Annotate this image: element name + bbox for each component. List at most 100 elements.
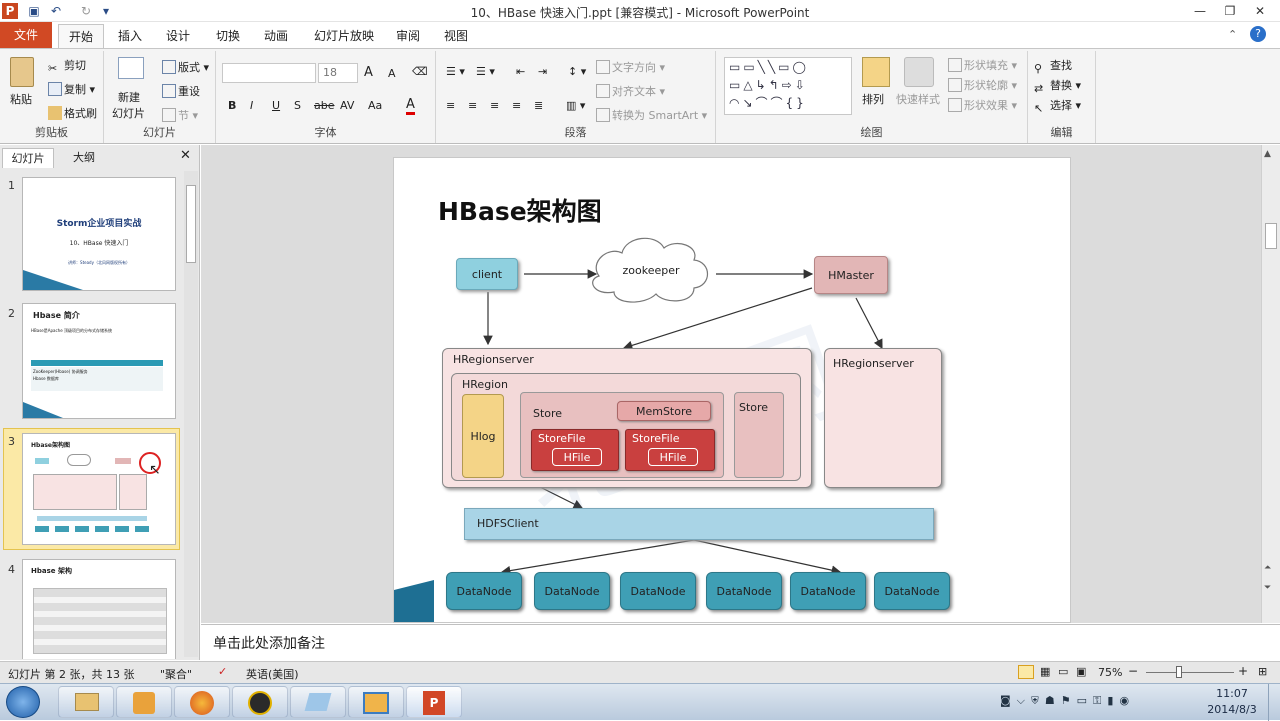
italic-button[interactable]: I [250,99,253,112]
clock-time[interactable]: 11:07 [1208,687,1256,700]
scroll-up-icon[interactable]: ▲ [1264,149,1271,159]
shape-effects-button[interactable]: 形状效果 ▾ [948,97,1017,113]
minimize-ribbon-icon[interactable]: ⌃ [1228,28,1237,41]
node-datanode-4[interactable]: DataNode [706,572,782,610]
node-datanode-3[interactable]: DataNode [620,572,696,610]
storefile-2[interactable]: StoreFile HFile [625,429,715,471]
quick-styles-icon[interactable] [904,57,934,87]
format-painter-button[interactable]: 格式刷 [48,105,97,121]
hregionserver-2[interactable]: HRegionserver [824,348,942,488]
decrease-indent-button[interactable]: ⇤ [516,65,525,78]
tab-view[interactable]: 视图 [434,24,478,48]
justify-button[interactable]: ≡ [512,99,521,112]
node-datanode-6[interactable]: DataNode [874,572,950,610]
editor-scroll-thumb[interactable] [1265,223,1277,249]
taskbar-firefox-icon[interactable] [174,686,230,718]
notes-pane[interactable]: 单击此处添加备注 [201,624,1280,660]
new-slide-dropdown[interactable]: 幻灯片 [112,105,145,121]
clock-date[interactable]: 2014/8/3 [1200,703,1264,716]
line-spacing-button[interactable]: ↕ ▾ [568,65,586,78]
node-client[interactable]: client [456,258,518,290]
tab-outline-pane[interactable]: 大纲 [58,148,110,168]
help-icon[interactable]: ? [1250,26,1266,42]
text-direction-button[interactable]: 文字方向 ▾ [596,59,665,75]
taskbar-ultraedit-icon[interactable] [232,686,288,718]
tab-slideshow[interactable]: 幻灯片放映 [304,24,384,48]
cut-button[interactable]: ✂ 剪切 [48,57,86,76]
shrink-font-button[interactable]: A [388,67,396,80]
slide-canvas[interactable]: 北风网 HBase架构图 client zookeeper HMaster HR… [393,157,1071,623]
slideshow-view-icon[interactable]: ▣ [1076,665,1086,678]
paste-button[interactable]: 粘贴 [10,91,32,107]
node-datanode-5[interactable]: DataNode [790,572,866,610]
taskbar-outlook-icon[interactable] [116,686,172,718]
start-button[interactable] [6,686,40,718]
align-left-button[interactable]: ≡ [446,99,455,112]
paste-icon[interactable] [10,57,34,87]
change-case-button[interactable]: Aa [368,99,382,112]
node-hlog[interactable]: Hlog [462,394,504,478]
tab-slides-pane[interactable]: 幻灯片 [2,148,54,168]
zoom-slider[interactable] [1146,672,1234,673]
reading-view-icon[interactable]: ▭ [1058,665,1068,678]
slide-title[interactable]: HBase架构图 [438,192,602,228]
normal-view-icon[interactable] [1018,665,1034,679]
taskbar-explorer-icon[interactable] [58,686,114,718]
editor-scrollbar[interactable]: ▲ ⏶ ⏷ [1261,145,1280,623]
slide-sorter-icon[interactable]: ▦ [1040,665,1050,678]
new-slide-icon[interactable] [118,57,144,79]
minimize-button[interactable]: — [1188,2,1212,20]
char-spacing-button[interactable]: AV [340,99,354,112]
clear-format-icon[interactable]: ⌫ [412,65,428,78]
grow-font-button[interactable]: A [364,65,373,80]
bold-button[interactable]: B [228,99,236,112]
slide-thumbnail-2[interactable]: Hbase 简介 HBase是Apache 顶级项目的分布式存储系统 ZooKe… [22,303,176,419]
taskbar-powerpoint-icon[interactable]: P [406,686,462,718]
underline-button[interactable]: U [272,99,280,112]
find-button[interactable]: ⚲ 查找 [1034,57,1072,76]
tab-transitions[interactable]: 切换 [206,24,250,48]
arrange-button[interactable]: 排列 [862,91,884,107]
distributed-button[interactable]: ≣ [534,99,543,112]
store-2[interactable]: Store [734,392,784,478]
strikethrough-button[interactable]: abe [314,99,335,112]
node-hdfsclient[interactable]: HDFSClient [464,508,934,540]
shape-fill-button[interactable]: 形状填充 ▾ [948,57,1017,73]
storefile-1[interactable]: StoreFile HFile [531,429,619,471]
columns-button[interactable]: ▥ ▾ [566,99,585,112]
pane-scroll-thumb[interactable] [186,185,196,263]
new-slide-button[interactable]: 新建 [118,89,140,105]
node-zookeeper[interactable]: zookeeper [622,262,680,278]
bullets-button[interactable]: ☰ ▾ [446,65,465,78]
layout-button[interactable]: 版式 ▾ [162,59,209,75]
pane-scrollbar[interactable] [184,171,198,657]
copy-button[interactable]: 复制 ▾ [48,81,95,97]
zoom-slider-thumb[interactable] [1176,666,1182,678]
spellcheck-icon[interactable]: ✓ [218,665,227,678]
tab-insert[interactable]: 插入 [108,24,152,48]
tab-design[interactable]: 设计 [156,24,200,48]
section-button[interactable]: 节 ▾ [162,107,198,123]
node-hmaster[interactable]: HMaster [814,256,888,294]
node-datanode-2[interactable]: DataNode [534,572,610,610]
align-center-button[interactable]: ≡ [468,99,477,112]
node-hfile-1[interactable]: HFile [552,448,602,466]
fit-slide-icon[interactable]: ⊞ [1258,665,1267,678]
tab-review[interactable]: 审阅 [386,24,430,48]
shape-outline-button[interactable]: 形状轮廓 ▾ [948,77,1017,93]
quick-styles-button[interactable]: 快速样式 [896,91,940,107]
smartart-button[interactable]: 转换为 SmartArt ▾ [596,107,707,123]
reset-button[interactable]: 重设 [162,83,200,99]
slide-thumbnail-1[interactable]: Storm企业项目实战 10、HBase 快速入门 讲师：Steady（北风网版… [22,177,176,291]
zoom-out-button[interactable]: − [1128,664,1138,678]
tab-home[interactable]: 开始 [58,24,104,48]
increase-indent-button[interactable]: ⇥ [538,65,547,78]
font-family-select[interactable] [222,63,316,83]
shapes-gallery[interactable]: ▭▭╲╲▭◯ ▭△↳↰⇨⇩ ◠↘⌒⌒{} [724,57,852,115]
slide-thumbnail-4[interactable]: Hbase 架构 [22,559,176,659]
font-size-select[interactable]: 18 [318,63,358,83]
numbering-button[interactable]: ☰ ▾ [476,65,495,78]
tab-animations[interactable]: 动画 [254,24,298,48]
font-color-button[interactable]: A [406,97,415,115]
slide-thumbnail-3[interactable]: Hbase架构图 ↖ [22,433,176,545]
